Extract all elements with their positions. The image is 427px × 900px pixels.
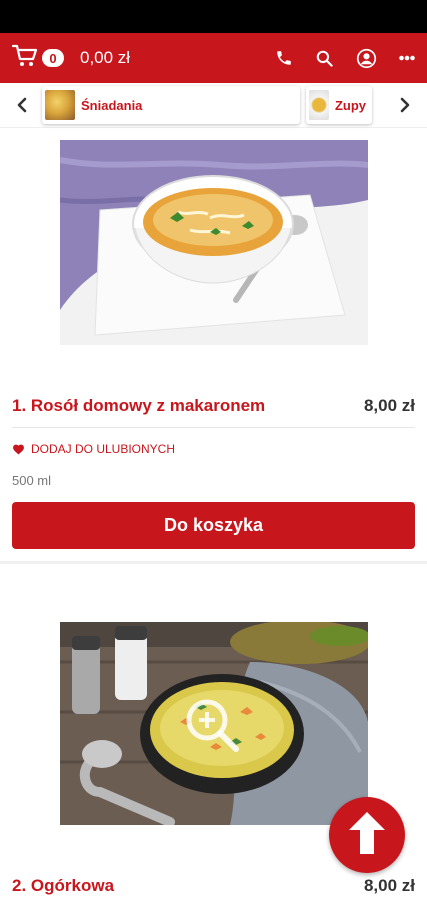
cart-count-badge: 0 (42, 49, 64, 67)
more-icon[interactable] (399, 55, 415, 61)
chevron-right-icon[interactable] (391, 83, 419, 128)
product-description: 500 ml (12, 473, 52, 488)
top-bar: 0 0,00 zł (0, 33, 427, 83)
product-image[interactable] (60, 140, 368, 345)
favorites-label: DODAJ DO ULUBIONYCH (31, 442, 176, 456)
cart-button[interactable]: 0 (11, 44, 64, 73)
user-icon[interactable] (356, 48, 377, 69)
product-name[interactable]: 2. Ogórkowa (12, 876, 114, 896)
product-price: 8,00 zł (363, 876, 415, 895)
category-label: Śniadania (81, 97, 143, 113)
category-sniadania[interactable]: Śniadania (42, 86, 300, 124)
cart-total: 0,00 zł (80, 48, 131, 67)
category-thumbnail (45, 90, 75, 120)
category-thumbnail (309, 90, 329, 120)
chevron-left-icon[interactable] (8, 83, 36, 128)
divider (12, 427, 415, 428)
phone-icon[interactable] (275, 49, 293, 67)
product-image[interactable] (60, 622, 368, 825)
add-to-cart-button[interactable]: Do koszyka (12, 502, 415, 549)
add-to-favorites-button[interactable]: DODAJ DO ULUBIONYCH (12, 442, 175, 456)
status-bar (0, 0, 427, 33)
arrow-up-icon (345, 809, 389, 862)
product-price: 8,00 zł (363, 396, 415, 415)
heart-icon (12, 443, 25, 455)
scroll-to-top-button[interactable] (329, 797, 405, 873)
section-divider (0, 561, 427, 564)
category-zupy[interactable]: Zupy (306, 86, 372, 124)
category-nav: Śniadania Zupy (0, 83, 427, 128)
cart-icon (11, 44, 38, 73)
product-name[interactable]: 1. Rosół domowy z makaronem (12, 396, 265, 416)
category-label: Zupy (334, 97, 366, 113)
search-icon[interactable] (315, 49, 334, 68)
